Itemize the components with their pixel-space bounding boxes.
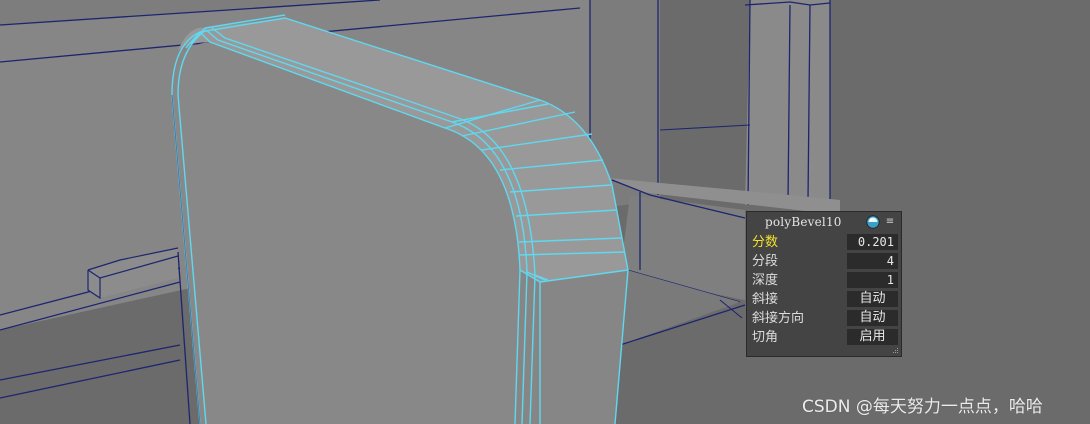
attribute-row-mitering[interactable]: 斜接 自动	[747, 290, 901, 309]
attribute-label: 深度	[752, 273, 779, 288]
viewport-scene[interactable]	[0, 0, 1090, 424]
attribute-row-miter-along[interactable]: 斜接方向 自动	[747, 309, 901, 328]
polybevel-attribute-panel[interactable]: polyBevel10 ≡ 分数 0.201 分段 4 深度 1 斜接 自动 斜…	[746, 211, 902, 357]
attribute-label: 分数	[752, 235, 779, 250]
csdn-watermark: CSDN @每天努力一点点，哈哈	[802, 397, 1043, 417]
miter-along-value-field[interactable]: 自动	[847, 310, 898, 326]
attribute-label: 斜接	[752, 292, 779, 307]
menu-lines-icon[interactable]: ≡	[885, 216, 895, 228]
node-title: polyBevel10	[765, 215, 842, 229]
panel-header[interactable]: polyBevel10 ≡	[747, 212, 901, 232]
mitering-value-field[interactable]: 自动	[847, 291, 898, 307]
attribute-row-fraction[interactable]: 分数 0.201	[747, 233, 901, 252]
chamfer-value-field[interactable]: 启用	[847, 329, 898, 345]
resize-grip-icon[interactable]	[892, 347, 899, 354]
fraction-value-field[interactable]: 0.201	[847, 234, 898, 250]
depth-value-field[interactable]: 1	[847, 272, 898, 288]
attribute-label: 斜接方向	[752, 311, 805, 326]
attribute-row-chamfer[interactable]: 切角 启用	[747, 328, 901, 347]
attribute-label: 分段	[752, 254, 779, 269]
attribute-label: 切角	[752, 330, 779, 345]
maya-viewport[interactable]: polyBevel10 ≡ 分数 0.201 分段 4 深度 1 斜接 自动 斜…	[0, 0, 1090, 424]
attribute-row-segments[interactable]: 分段 4	[747, 252, 901, 271]
sphere-orb-icon[interactable]	[866, 215, 880, 229]
back-pillar-right	[745, 0, 830, 205]
attribute-row-depth[interactable]: 深度 1	[747, 271, 901, 290]
segments-value-field[interactable]: 4	[847, 253, 898, 269]
